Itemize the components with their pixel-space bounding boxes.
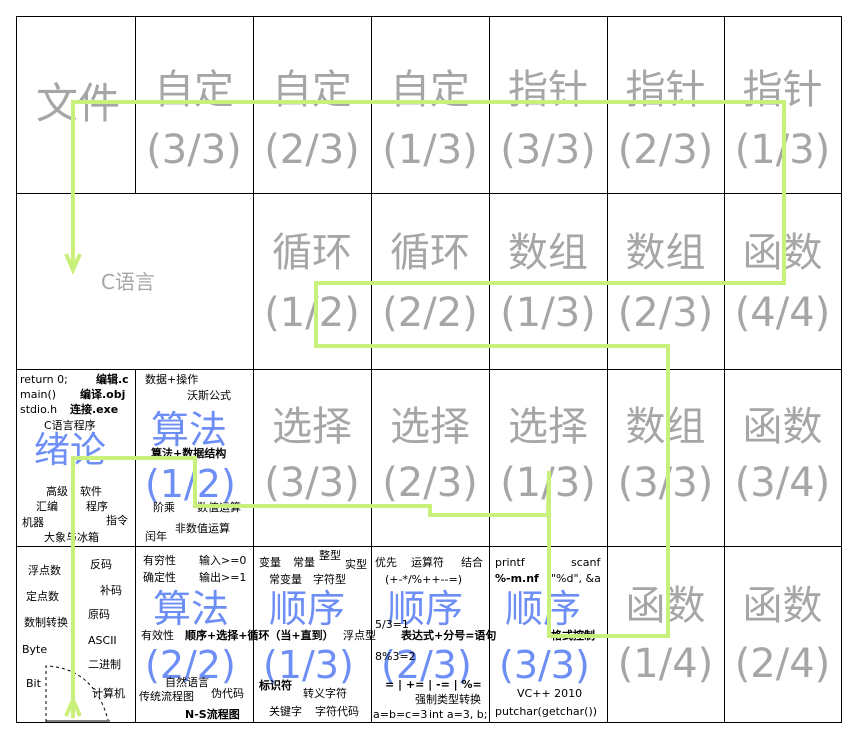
learning-path [64, 100, 786, 718]
learning-path-grid: 文件 C语言 自定 (3/3) 自定 (2/3) 自定 (1/3) 指针 (3/… [0, 0, 856, 738]
path-line [71, 100, 786, 718]
